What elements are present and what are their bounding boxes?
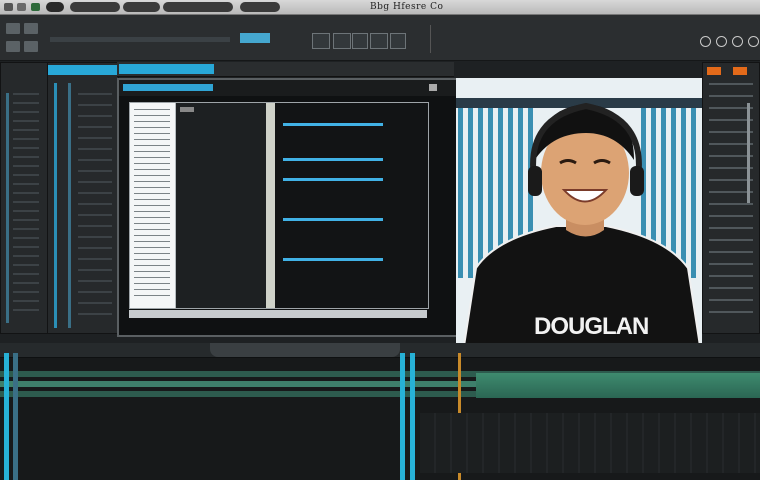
arrange-timeline[interactable] — [0, 343, 760, 480]
transport-pill[interactable] — [46, 2, 64, 12]
toolbar-icon[interactable] — [6, 41, 20, 52]
alert-badge[interactable] — [707, 67, 721, 75]
knob-icon[interactable] — [748, 36, 759, 47]
menu-icon[interactable] — [4, 3, 13, 11]
window-icon[interactable] — [17, 3, 26, 11]
ruler-handle[interactable] — [210, 343, 400, 357]
file-list[interactable] — [130, 103, 176, 308]
toolbar-button[interactable] — [333, 33, 351, 49]
knob-icon[interactable] — [716, 36, 727, 47]
browser-panel — [0, 62, 48, 334]
toolbar-icon[interactable] — [24, 23, 38, 34]
person-image — [462, 102, 702, 346]
transport-group[interactable] — [70, 2, 120, 12]
window-title-bar: Bbg Hfesre Co — [0, 0, 760, 15]
plugin-status-bar — [129, 310, 427, 318]
close-icon[interactable] — [429, 84, 437, 91]
toolbar-slider[interactable] — [50, 37, 230, 42]
editor-header — [117, 62, 454, 77]
inspector-panel — [702, 62, 760, 334]
main-toolbar — [0, 15, 760, 61]
automation-lane[interactable] — [283, 258, 383, 261]
editor-tab-active[interactable] — [119, 64, 214, 74]
automation-lanes[interactable] — [275, 103, 428, 308]
shirt-text: DOUGLAN — [534, 313, 649, 340]
track-marker — [13, 353, 18, 480]
timeline-ruler[interactable] — [0, 343, 760, 358]
tempo-display[interactable] — [123, 2, 160, 12]
knob-icon[interactable] — [700, 36, 711, 47]
plugin-window — [117, 78, 458, 337]
automation-lane[interactable] — [283, 178, 383, 181]
browser-scroll[interactable] — [6, 93, 9, 323]
automation-lane[interactable] — [283, 218, 383, 221]
timeline-grid — [420, 413, 760, 473]
alert-badge[interactable] — [733, 67, 747, 75]
ruler-strip — [266, 103, 275, 308]
track-strip — [54, 83, 57, 328]
toolbar-icon[interactable] — [24, 41, 38, 52]
window-title: Bbg Hfesre Co — [370, 2, 444, 12]
track-controls[interactable] — [78, 93, 112, 318]
browser-list[interactable] — [13, 93, 39, 318]
toolbar-button[interactable] — [352, 33, 368, 49]
plugin-content — [129, 102, 429, 309]
automation-lane[interactable] — [283, 158, 383, 161]
toolbar-button[interactable] — [312, 33, 330, 49]
record-icon[interactable] — [31, 3, 40, 11]
toolbar-button[interactable] — [390, 33, 406, 49]
loop-start-marker[interactable] — [400, 353, 405, 480]
knob-icon[interactable] — [732, 36, 743, 47]
audio-clip[interactable] — [476, 373, 760, 398]
webcam-overlay: DOUGLAN — [456, 78, 702, 346]
track-strip — [68, 83, 71, 328]
waveform-area[interactable] — [176, 103, 266, 308]
toolbar-icon[interactable] — [6, 23, 20, 34]
plugin-title-bar — [119, 80, 456, 96]
position-display[interactable] — [163, 2, 233, 12]
automation-lane[interactable] — [283, 123, 383, 126]
view-toggle[interactable] — [240, 2, 280, 12]
label-chip — [180, 107, 194, 112]
loop-end-marker[interactable] — [410, 353, 415, 480]
toolbar-button[interactable] — [370, 33, 388, 49]
toolbar-active-button[interactable] — [240, 33, 270, 43]
track-headers-panel — [47, 62, 119, 334]
selected-header[interactable] — [48, 65, 118, 75]
toolbar-divider — [430, 25, 431, 53]
plugin-tab[interactable] — [123, 84, 213, 91]
inspector-fader[interactable] — [747, 103, 750, 203]
playhead-marker[interactable] — [4, 353, 9, 480]
